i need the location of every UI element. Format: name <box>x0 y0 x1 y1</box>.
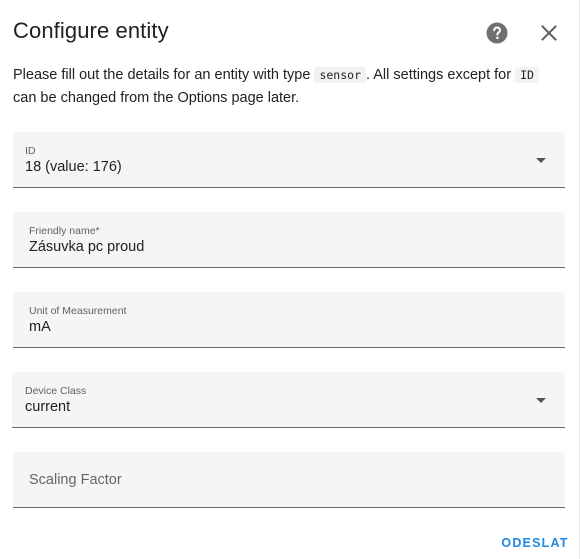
friendly-name-label: Friendly name* <box>29 225 100 237</box>
dialog-title: Configure entity <box>13 18 169 43</box>
scaling-factor-field[interactable]: Scaling Factor <box>13 452 565 508</box>
configure-entity-dialog: Configure entity Please fill out the det… <box>0 0 580 559</box>
description-text: . All settings except for <box>366 67 516 83</box>
unit-of-measurement-value: mA <box>29 319 51 335</box>
entity-type-code: sensor <box>314 67 366 83</box>
dropdown-arrow-icon <box>536 158 546 163</box>
help-button[interactable] <box>485 21 509 45</box>
close-icon <box>541 25 557 41</box>
id-code: ID <box>515 67 539 83</box>
submit-button[interactable]: ODESLAT <box>497 530 573 556</box>
unit-of-measurement-field[interactable]: Unit of Measurement mA <box>13 292 565 348</box>
description-text: Please fill out the details for an entit… <box>13 67 315 83</box>
unit-of-measurement-label: Unit of Measurement <box>29 305 127 317</box>
id-select-value: 18 (value: 176) <box>25 159 122 175</box>
device-class-select[interactable]: Device Class current <box>12 372 565 428</box>
dialog-description: Please fill out the details for an entit… <box>13 64 563 109</box>
friendly-name-field[interactable]: Friendly name* Zásuvka pc proud <box>13 212 565 268</box>
device-class-label: Device Class <box>25 385 87 397</box>
id-select[interactable]: ID 18 (value: 176) <box>13 132 565 188</box>
description-text: can be changed from the Options page lat… <box>13 89 300 106</box>
id-select-label: ID <box>25 145 36 157</box>
dropdown-arrow-icon <box>536 398 546 403</box>
device-class-value: current <box>25 399 71 415</box>
close-button[interactable] <box>537 21 561 45</box>
scaling-factor-placeholder: Scaling Factor <box>29 472 122 488</box>
help-circle-icon <box>486 22 508 44</box>
friendly-name-value: Zásuvka pc proud <box>29 239 145 255</box>
